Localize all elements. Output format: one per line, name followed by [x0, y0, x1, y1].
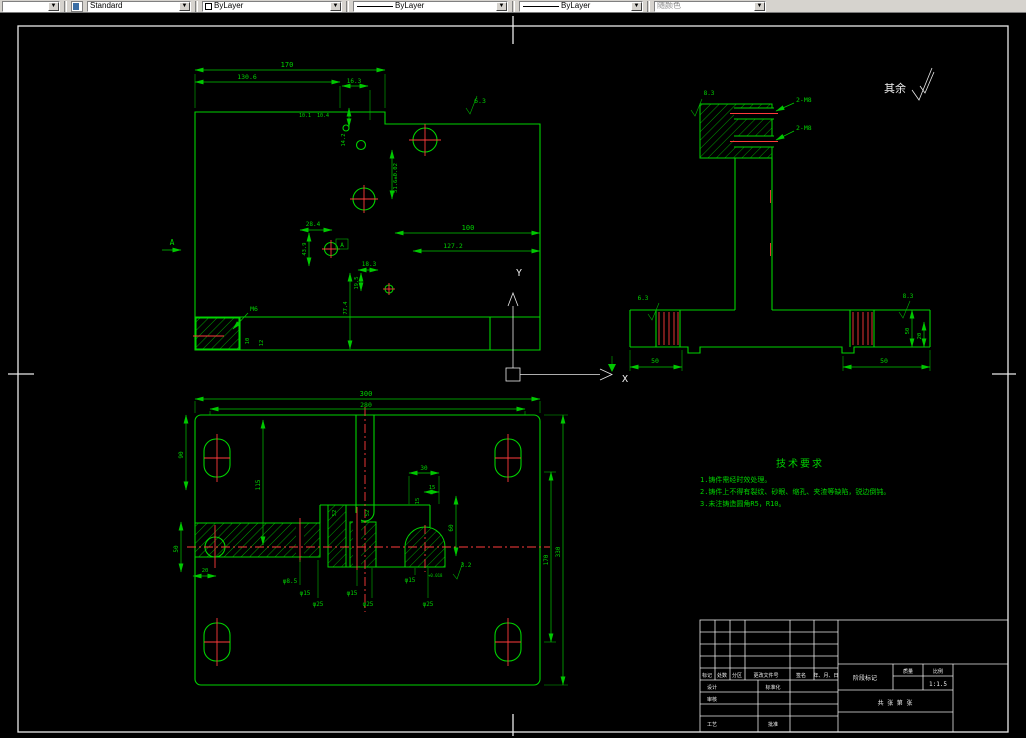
- dim-label: 280: [360, 401, 372, 409]
- dim-label: 170: [281, 61, 294, 69]
- dim-label: 50: [905, 328, 911, 335]
- dim-label: 20: [917, 333, 923, 340]
- hole-circle: [342, 124, 350, 132]
- hole-label: φ25: [423, 601, 434, 608]
- dim-label: 28.4: [306, 221, 321, 228]
- titleblock-scale-label: 比例: [933, 668, 943, 675]
- tech-req-title: 技术要求: [776, 457, 824, 470]
- technical-requirements: 技术要求 1.铸件需经时效处理。 2.铸件上不得有裂纹、砂眼、缩孔、夹渣等缺陷，…: [700, 457, 890, 508]
- dim-label: 300: [360, 390, 373, 398]
- dim-label: 90: [178, 451, 185, 459]
- cad-application-window: ▼ Standard ▼ ByLayer ▼ ByLayer ▼ ByLayer…: [0, 0, 1026, 738]
- titleblock-cell: 更改文件号: [753, 672, 778, 679]
- dim-label: 115: [255, 479, 262, 490]
- tech-req-item: 1.铸件需经时效处理。: [700, 475, 771, 484]
- tolerance-label: +0.018: [428, 573, 443, 578]
- dim-label: 16.3: [347, 78, 362, 85]
- section-hatch: [195, 317, 240, 350]
- hole-label: φ15: [405, 577, 416, 584]
- dim-label: 52: [332, 510, 338, 517]
- dim-label: 18.3: [362, 261, 377, 268]
- titleblock-cell: 签名: [796, 672, 806, 679]
- titleblock-cell: 设计: [707, 684, 717, 691]
- dim-label: 10.1: [299, 113, 311, 119]
- titleblock-stage: 阶段标记: [853, 674, 877, 682]
- hole-label: φ8.5: [283, 578, 298, 585]
- dim-label: 10: [245, 338, 251, 345]
- ucs-y-label: Y: [516, 268, 522, 279]
- tech-req-item: 3.未注铸造圆角R5，R10。: [700, 499, 786, 508]
- hole-circle: [355, 139, 367, 151]
- dim-label: 60: [448, 524, 455, 532]
- hole-label: φ25: [313, 601, 324, 608]
- dim-label: 30: [420, 465, 428, 472]
- hole-label: φ15: [300, 590, 311, 597]
- dim-label: 20: [202, 568, 209, 574]
- dim-label: 77.4: [343, 301, 349, 315]
- thread-label: M6: [250, 305, 258, 313]
- titleblock-scale-value: 1:1.5: [929, 681, 947, 688]
- dim-label: 43.9: [302, 242, 308, 255]
- tech-req-item: 2.铸件上不得有裂纹、砂眼、缩孔、夹渣等缺陷，锐边倒钝。: [700, 487, 890, 496]
- titleblock-cell: 标记: [702, 672, 712, 679]
- surplus-roughness: 其余: [884, 67, 935, 101]
- dim-label: 52: [365, 510, 371, 517]
- dim-label: 50: [880, 357, 888, 365]
- titleblock-cell: 批准: [768, 721, 778, 728]
- dim-label: 50: [651, 357, 659, 365]
- titleblock-cell: 工艺: [707, 722, 717, 728]
- datum-flag-icon: [608, 364, 616, 372]
- titleblock-sheets: 共 张 第 张: [878, 699, 913, 707]
- dim-label: 19.5: [354, 276, 360, 289]
- dim-label: 12: [259, 340, 265, 347]
- titleblock-mass: 质量: [903, 668, 913, 675]
- ucs-x-label: X: [622, 374, 628, 385]
- dim-label: 170: [543, 554, 550, 565]
- surface-finish-label: 3.2: [461, 562, 472, 569]
- dim-label: 14.2: [341, 133, 347, 146]
- thread-label: 2-M8: [796, 96, 812, 104]
- titleblock-cell: 分区: [732, 672, 742, 679]
- hole-label: φ25: [363, 601, 374, 608]
- dim-label: 15: [429, 485, 436, 491]
- hole-label: φ15: [347, 590, 358, 597]
- titleblock-cell: 标准化: [765, 684, 780, 691]
- titleblock-cell: 审核: [707, 696, 717, 703]
- front-view: 170 130.6 16.3 10.1 10.4 14.2 6.3 51.6±0…: [162, 61, 541, 351]
- top-view: 300 280 90 115 50 20 30 15 15 52 52 60 1…: [173, 390, 568, 686]
- datum-label: A: [340, 242, 344, 249]
- titleblock-cell: 处数: [717, 672, 727, 679]
- dim-label: 130.6: [237, 73, 257, 81]
- dim-label: 100: [462, 224, 475, 232]
- drawing-canvas[interactable]: 170 130.6 16.3 10.1 10.4 14.2 6.3 51.6±0…: [0, 0, 1026, 738]
- red-section-hatch: [658, 312, 873, 345]
- dim-label: 330: [555, 546, 562, 557]
- surface-finish-label: 6.3: [474, 97, 486, 105]
- dim-label: 50: [173, 545, 180, 553]
- dim-label: 15: [415, 498, 421, 505]
- titleblock-cell: 年、月、日: [813, 672, 838, 679]
- dim-label: 51.6±0.02: [393, 163, 399, 193]
- title-block: 标记 处数 分区 更改文件号 签名 年、月、日 设计 标准化 审核 工艺 批准 …: [699, 619, 1009, 733]
- dim-label: 127.2: [443, 242, 463, 250]
- surplus-label: 其余: [884, 81, 906, 95]
- surface-finish-label: 8.3: [704, 90, 715, 97]
- surface-finish-label: 6.3: [638, 295, 649, 302]
- surface-finish-label: 8.3: [903, 293, 914, 300]
- section-label: A: [170, 238, 175, 247]
- dim-label: 10.4: [317, 113, 329, 119]
- side-section-view: 2-M8 2-M8 8.3 8.3 6.3 50 50 50 20: [608, 90, 931, 372]
- thread-label: 2-M8: [796, 124, 812, 132]
